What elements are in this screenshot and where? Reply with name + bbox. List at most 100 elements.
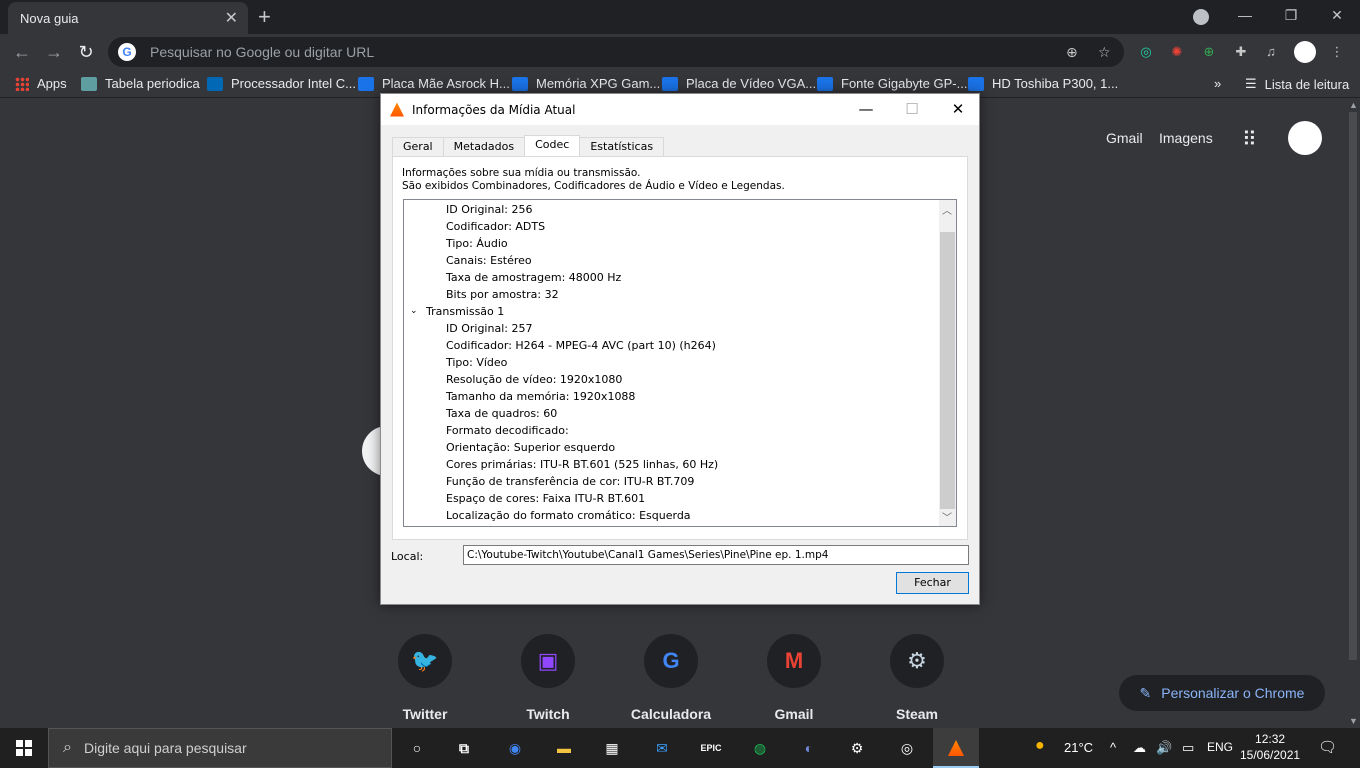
bookmarks-overflow-icon[interactable]: » xyxy=(1214,76,1221,91)
close-icon[interactable]: ✕ xyxy=(225,8,238,28)
tree-item[interactable]: ID Original: 256 xyxy=(446,201,532,218)
adblock-icon[interactable]: ✺ xyxy=(1168,43,1186,61)
extensions-puzzle-icon[interactable]: ✚ xyxy=(1232,43,1250,61)
language-indicator[interactable]: ENG xyxy=(1207,740,1233,754)
tree-item[interactable]: Orientação: Superior esquerdo xyxy=(446,439,615,456)
tree-item[interactable]: Bits por amostra: 32 xyxy=(446,286,559,303)
dialog-close-icon[interactable]: ✕ xyxy=(935,94,981,124)
tree-node[interactable]: ⌄ Transmissão 1 xyxy=(410,303,504,320)
volume-icon[interactable]: 🔊 xyxy=(1156,740,1172,756)
cortana-icon[interactable]: ○ xyxy=(405,736,429,760)
profile-avatar[interactable] xyxy=(1294,41,1316,63)
dialog-maximize-icon[interactable]: ☐ xyxy=(889,94,935,124)
bookmark-placa-video[interactable]: Placa de Vídeo VGA... xyxy=(662,76,816,91)
images-link[interactable]: Imagens xyxy=(1159,130,1213,146)
vlc-taskbar-button[interactable] xyxy=(933,728,979,768)
restore-icon[interactable]: ❐ xyxy=(1268,0,1314,30)
gmail-link[interactable]: Gmail xyxy=(1106,130,1143,146)
store-icon[interactable]: ▦ xyxy=(600,736,624,760)
local-path-field[interactable]: C:\Youtube-Twitch\Youtube\Canal1 Games\S… xyxy=(463,545,969,565)
tree-item[interactable]: Espaço de cores: Faixa ITU-R BT.601 xyxy=(446,490,645,507)
media-control-icon[interactable]: ♫ xyxy=(1262,43,1280,61)
bookmark-memoria[interactable]: Memória XPG Gam... xyxy=(512,76,660,91)
tree-item[interactable]: Canais: Estéreo xyxy=(446,252,532,269)
shortcut-twitter[interactable]: 🐦 Twitter xyxy=(370,634,480,722)
network-icon[interactable]: ▭ xyxy=(1182,740,1194,756)
tab-metadados[interactable]: Metadados xyxy=(442,137,526,156)
tree-scroll-up-icon[interactable]: ︿ xyxy=(942,202,952,217)
close-button[interactable]: Fechar xyxy=(896,572,969,594)
discord-icon[interactable]: ◐ xyxy=(797,736,821,760)
steam-taskbar-icon[interactable]: ⚙ xyxy=(845,736,869,760)
plus-extension-icon[interactable]: ⊕ xyxy=(1200,43,1218,61)
back-icon[interactable]: ← xyxy=(10,40,34,64)
temperature[interactable]: 21°C xyxy=(1064,740,1093,755)
file-explorer-icon[interactable]: ▬ xyxy=(552,736,576,760)
tree-item[interactable]: Codificador: H264 - MPEG-4 AVC (part 10)… xyxy=(446,337,716,354)
start-button[interactable] xyxy=(0,728,48,768)
scroll-up-icon[interactable]: ▲ xyxy=(1349,100,1358,110)
tree-scrollbar-thumb[interactable] xyxy=(940,232,955,509)
menu-kebab-icon[interactable]: ⋮ xyxy=(1328,43,1346,61)
tree-item[interactable]: Taxa de amostragem: 48000 Hz xyxy=(446,269,621,286)
bookmark-fonte[interactable]: Fonte Gigabyte GP-... xyxy=(817,76,967,91)
codec-tree[interactable]: Localização do formato cromático: Esquer… xyxy=(403,199,957,527)
obs-icon[interactable]: ◎ xyxy=(895,736,919,760)
clock[interactable]: 12:32 15/06/2021 xyxy=(1240,731,1300,763)
tree-item[interactable]: Tamanho da memória: 1920x1088 xyxy=(446,388,635,405)
weather-sun-icon[interactable]: ● xyxy=(1035,737,1045,755)
close-window-icon[interactable]: ✕ xyxy=(1314,0,1360,30)
tree-item[interactable]: Codificador: ADTS xyxy=(446,218,545,235)
reload-icon[interactable]: ↻ xyxy=(74,40,98,64)
dialog-minimize-icon[interactable]: — xyxy=(843,94,889,124)
mail-icon[interactable]: ✉ xyxy=(650,736,674,760)
shortcut-calculadora[interactable]: G Calculadora xyxy=(616,634,726,722)
tab-nova-guia[interactable]: Nova guia ✕ xyxy=(8,2,248,34)
scroll-down-icon[interactable]: ▼ xyxy=(1349,716,1358,726)
shortcut-twitch[interactable]: ▣ Twitch xyxy=(493,634,603,722)
tab-geral[interactable]: Geral xyxy=(392,137,444,156)
tab-codec[interactable]: Codec xyxy=(524,135,581,156)
google-apps-icon[interactable]: ⠿ xyxy=(1242,127,1264,151)
chrome-icon[interactable]: ◉ xyxy=(503,736,527,760)
bookmark-tabela-periodica[interactable]: Tabela periodica xyxy=(81,76,200,91)
chevron-down-icon[interactable]: ⌄ xyxy=(410,303,418,320)
grammarly-icon[interactable]: ◎ xyxy=(1137,43,1155,61)
tab-estatisticas[interactable]: Estatísticas xyxy=(579,137,665,156)
bookmark-star-icon[interactable]: ☆ xyxy=(1098,44,1111,61)
task-view-icon[interactable]: ⧉ xyxy=(452,736,476,760)
zoom-icon[interactable]: ⊕ xyxy=(1066,44,1078,61)
tree-item[interactable]: Tipo: Áudio xyxy=(446,235,508,252)
shortcut-steam[interactable]: ⚙ Steam xyxy=(862,634,972,722)
reading-list[interactable]: ☰ Lista de leitura xyxy=(1245,76,1349,92)
tab-search-icon[interactable] xyxy=(1193,9,1209,25)
notifications-icon[interactable]: 🗨 xyxy=(1318,738,1337,756)
omnibox[interactable]: G Pesquisar no Google ou digitar URL ⊕ ☆ xyxy=(108,37,1124,67)
epic-games-icon[interactable]: EPIC xyxy=(699,736,723,760)
tree-item[interactable]: Formato decodificado: xyxy=(446,422,569,439)
scrollbar-thumb[interactable] xyxy=(1349,112,1357,660)
tree-item[interactable]: Função de transferência de cor: ITU-R BT… xyxy=(446,473,694,490)
tree-scroll-down-icon[interactable]: ﹀ xyxy=(942,509,952,524)
minimize-icon[interactable]: — xyxy=(1222,0,1268,30)
tree-item[interactable]: Tipo: Vídeo xyxy=(446,354,507,371)
tree-item[interactable]: Cores primárias: ITU-R BT.601 (525 linha… xyxy=(446,456,718,473)
tree-item[interactable]: Localização do formato cromático: Esquer… xyxy=(446,507,691,524)
tray-chevron-icon[interactable]: ^ xyxy=(1110,740,1116,755)
page-scrollbar[interactable]: ▲ ▼ xyxy=(1346,98,1360,728)
tree-item[interactable]: Taxa de quadros: 60 xyxy=(446,405,557,422)
new-tab-button[interactable]: + xyxy=(258,4,271,30)
tree-item[interactable]: ID Original: 257 xyxy=(446,320,532,337)
ntp-profile-avatar[interactable] xyxy=(1288,121,1322,155)
shortcut-gmail[interactable]: M Gmail xyxy=(739,634,849,722)
onedrive-icon[interactable]: ☁ xyxy=(1133,740,1146,756)
tree-item[interactable]: Resolução de vídeo: 1920x1080 xyxy=(446,371,622,388)
spotify-icon[interactable]: ◍ xyxy=(748,736,772,760)
taskbar-search[interactable]: ⌕ Digite aqui para pesquisar xyxy=(48,728,392,768)
forward-icon[interactable]: → xyxy=(42,40,66,64)
bookmark-placa-mae[interactable]: Placa Mãe Asrock H... xyxy=(358,76,510,91)
tree-scrollbar[interactable]: ︿ ﹀ xyxy=(939,200,956,526)
bookmark-apps[interactable]: Apps xyxy=(15,76,67,91)
bookmark-processador[interactable]: Processador Intel C... xyxy=(207,76,356,91)
bookmark-hd-toshiba[interactable]: HD Toshiba P300, 1... xyxy=(968,76,1118,91)
